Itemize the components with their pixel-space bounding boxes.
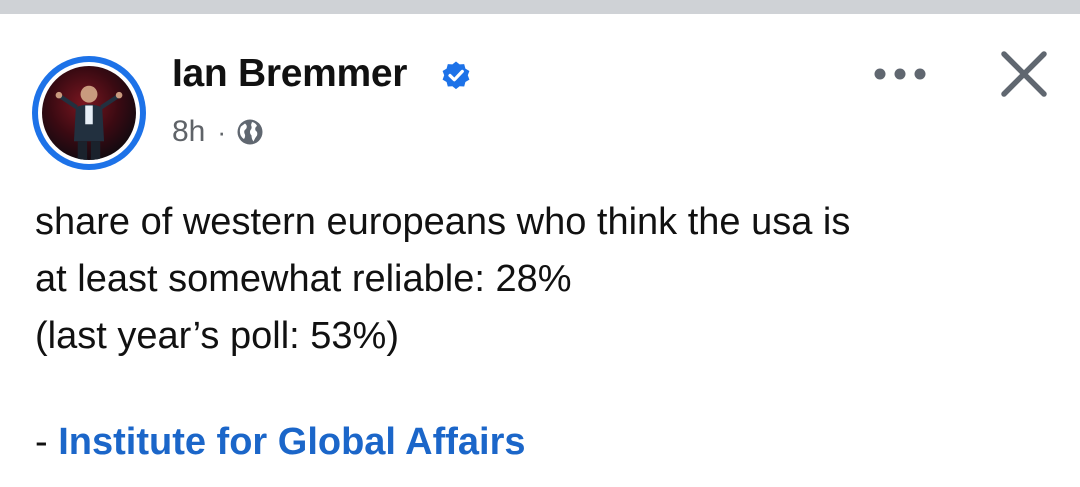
post-text-line: at least somewhat reliable: 28% xyxy=(35,258,572,300)
avatar-ring xyxy=(38,62,140,164)
close-button[interactable] xyxy=(996,46,1052,102)
more-options-button[interactable] xyxy=(868,58,932,90)
source-link[interactable]: Institute for Global Affairs xyxy=(58,421,525,463)
profile-photo xyxy=(42,66,136,160)
globe-icon[interactable] xyxy=(236,118,264,146)
close-icon xyxy=(1001,51,1047,97)
post-body: share of western europeans who think the… xyxy=(35,194,1045,365)
verified-badge-icon xyxy=(442,61,470,90)
author-name[interactable]: Ian Bremmer xyxy=(172,52,407,96)
ellipsis-icon xyxy=(874,68,926,80)
source-attribution: - Institute for Global Affairs xyxy=(35,414,526,471)
meta-separator: · xyxy=(217,116,227,147)
post-meta: 8h · xyxy=(172,114,264,150)
post-text-line: share of western europeans who think the… xyxy=(35,201,851,243)
top-divider-strip xyxy=(0,0,1080,14)
person-on-stage-image xyxy=(55,85,123,160)
post-text-line: (last year’s poll: 53%) xyxy=(35,315,399,357)
avatar[interactable] xyxy=(32,56,146,170)
source-prefix: - xyxy=(35,421,59,463)
post-timestamp[interactable]: 8h xyxy=(172,115,205,149)
